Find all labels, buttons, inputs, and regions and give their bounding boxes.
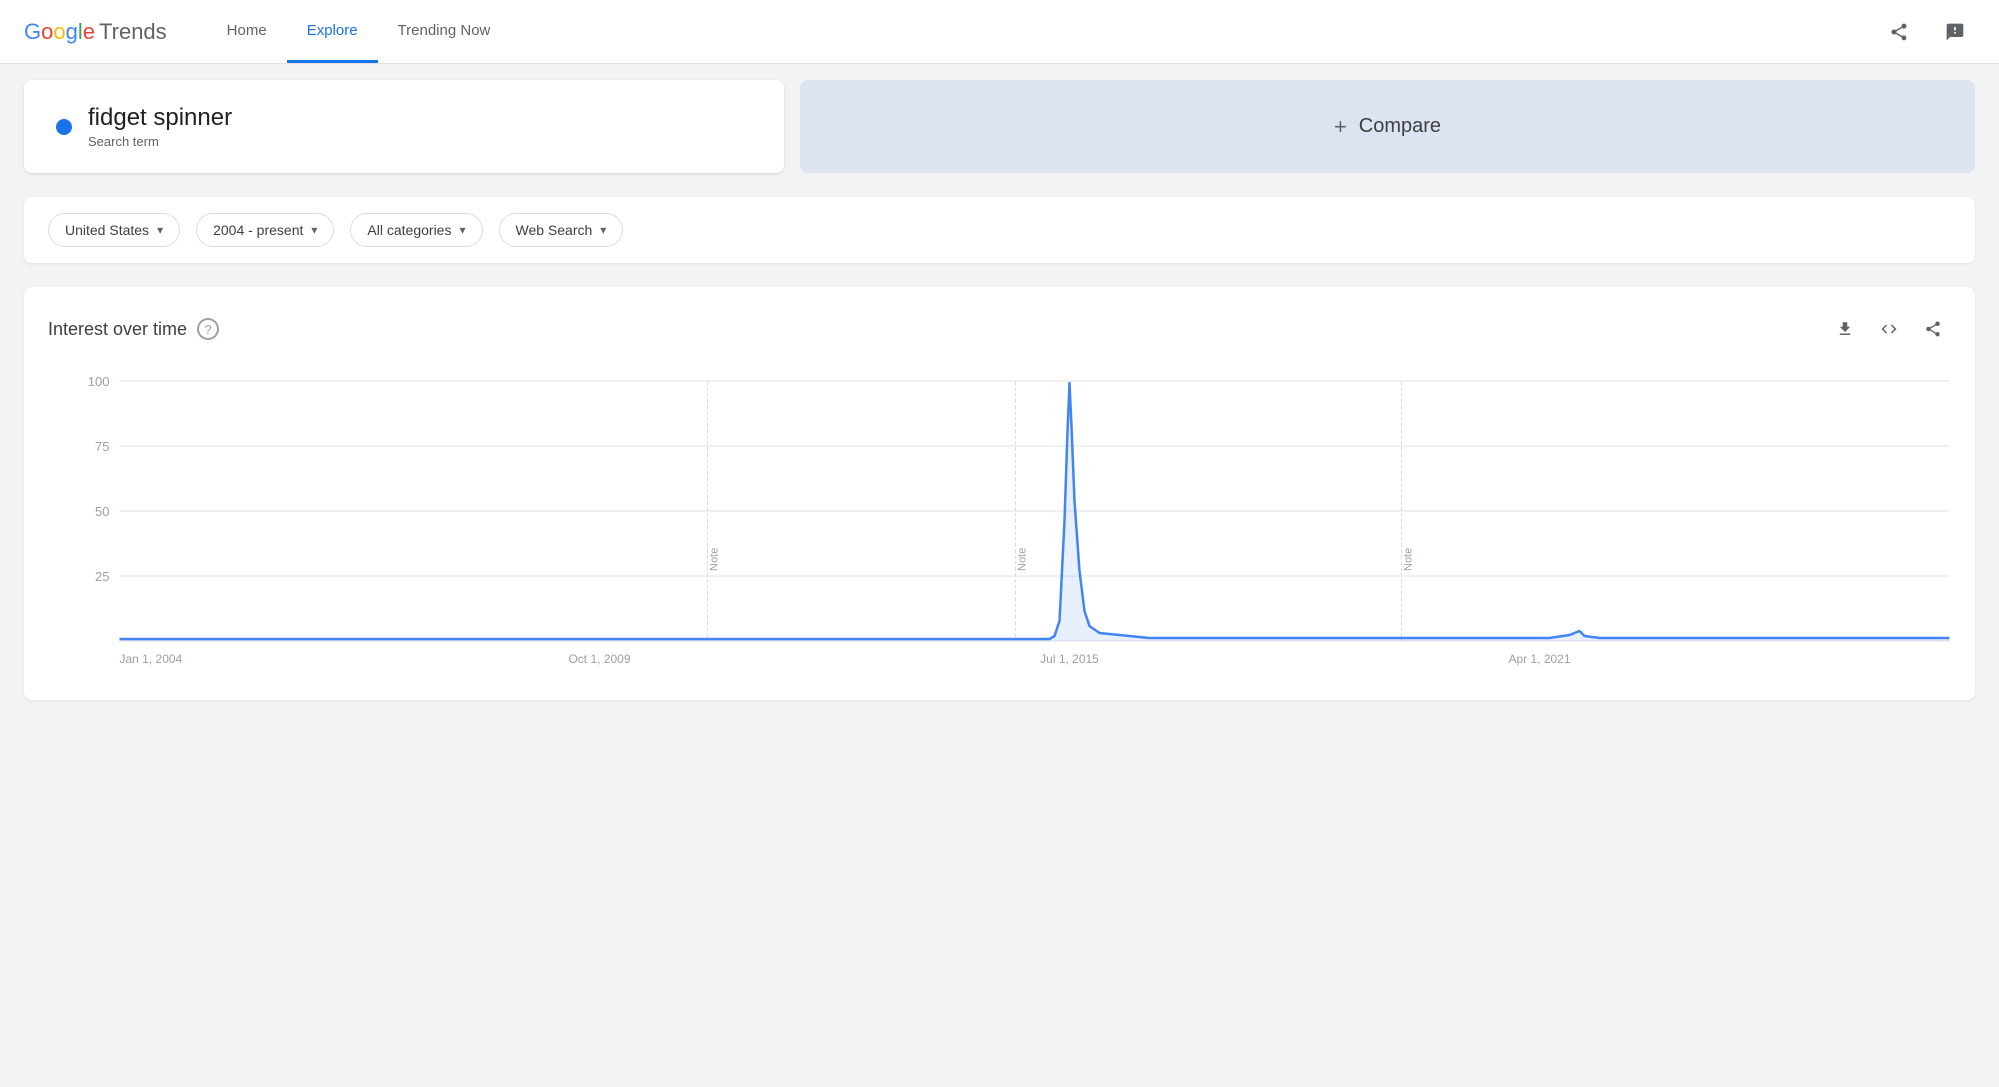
filter-location[interactable]: United States ▾ <box>48 213 180 247</box>
svg-text:75: 75 <box>95 439 109 454</box>
search-section: fidget spinner Search term + Compare <box>0 64 1999 189</box>
logo: Google Trends <box>24 19 167 45</box>
share-chart-button[interactable] <box>1915 311 1951 347</box>
search-term-card: fidget spinner Search term <box>24 80 784 173</box>
logo-google-text: Google <box>24 19 95 45</box>
compare-plus-icon: + <box>1334 114 1347 140</box>
nav-home[interactable]: Home <box>207 0 287 63</box>
filter-time-label: 2004 - present <box>213 222 303 238</box>
compare-label: Compare <box>1359 115 1441 138</box>
search-term-text: fidget spinner Search term <box>88 104 232 149</box>
header-actions <box>1879 12 1975 52</box>
nav-trending-now[interactable]: Trending Now <box>378 0 511 63</box>
svg-text:Note: Note <box>1017 548 1029 571</box>
svg-text:Jan 1, 2004: Jan 1, 2004 <box>120 652 183 666</box>
search-term-label: Search term <box>88 134 232 149</box>
filter-time-arrow: ▾ <box>311 223 317 237</box>
filter-search-type[interactable]: Web Search ▾ <box>499 213 624 247</box>
logo-trends-text: Trends <box>99 19 167 45</box>
svg-text:25: 25 <box>95 569 109 584</box>
main-content: fidget spinner Search term + Compare Uni… <box>0 64 1999 724</box>
filter-category[interactable]: All categories ▾ <box>350 213 482 247</box>
embed-button[interactable] <box>1871 311 1907 347</box>
filters-section: United States ▾ 2004 - present ▾ All cat… <box>0 189 1999 279</box>
svg-text:Apr 1, 2021: Apr 1, 2021 <box>1508 652 1570 666</box>
svg-text:Note: Note <box>1403 548 1415 571</box>
filter-location-label: United States <box>65 222 149 238</box>
main-nav: Home Explore Trending Now <box>207 0 511 63</box>
chart-svg: 100 75 50 25 Note <box>48 371 1951 671</box>
chart-actions <box>1827 311 1951 347</box>
search-term-name: fidget spinner <box>88 104 232 132</box>
logo-e: e <box>83 19 95 44</box>
trend-fill <box>120 383 1950 641</box>
chart-area: 100 75 50 25 Note <box>48 371 1951 676</box>
svg-text:Note: Note <box>709 548 721 571</box>
svg-text:Jul 1, 2015: Jul 1, 2015 <box>1040 652 1099 666</box>
filter-category-arrow: ▾ <box>459 223 465 237</box>
share-button[interactable] <box>1879 12 1919 52</box>
info-icon[interactable]: ? <box>197 318 219 340</box>
logo-g: G <box>24 19 41 44</box>
filter-location-arrow: ▾ <box>157 223 163 237</box>
header: Google Trends Home Explore Trending Now <box>0 0 1999 64</box>
feedback-button[interactable] <box>1935 12 1975 52</box>
chart-title-group: Interest over time ? <box>48 318 219 340</box>
filter-category-label: All categories <box>367 222 451 238</box>
logo-o2: o <box>53 19 65 44</box>
download-button[interactable] <box>1827 311 1863 347</box>
svg-text:50: 50 <box>95 504 109 519</box>
logo-o1: o <box>41 19 53 44</box>
chart-section: Interest over time ? <box>0 279 1999 724</box>
chart-header: Interest over time ? <box>48 311 1951 347</box>
logo-g2: g <box>66 19 78 44</box>
filter-search-type-label: Web Search <box>516 222 593 238</box>
filter-search-type-arrow: ▾ <box>600 223 606 237</box>
filters-card: United States ▾ 2004 - present ▾ All cat… <box>24 197 1975 263</box>
svg-text:Oct 1, 2009: Oct 1, 2009 <box>568 652 630 666</box>
compare-card[interactable]: + Compare <box>800 80 1975 173</box>
filter-time[interactable]: 2004 - present ▾ <box>196 213 334 247</box>
nav-explore[interactable]: Explore <box>287 0 378 63</box>
chart-card: Interest over time ? <box>24 287 1975 700</box>
search-dot <box>56 119 72 135</box>
svg-text:100: 100 <box>88 374 110 389</box>
chart-title: Interest over time <box>48 319 187 340</box>
